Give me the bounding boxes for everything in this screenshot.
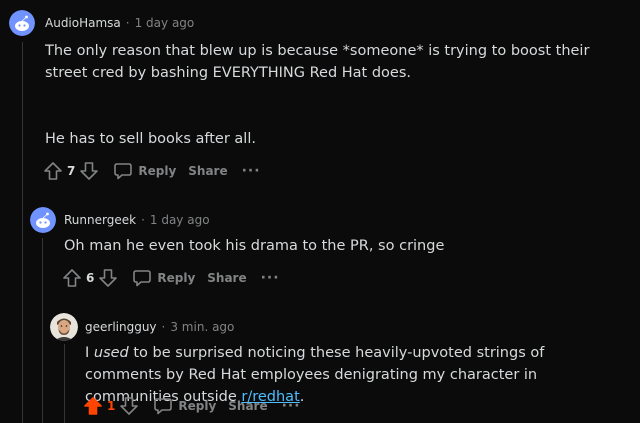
body-text: I [85, 345, 94, 361]
thread-line-1[interactable] [22, 42, 23, 423]
downvote-arrow-icon [80, 162, 99, 180]
upvote-button[interactable] [62, 268, 82, 288]
downvote-button[interactable] [98, 268, 118, 288]
thread-line-2[interactable] [42, 238, 43, 423]
comment-body: The only reason that blew up is because … [45, 40, 625, 150]
reply-label: Reply [138, 164, 177, 178]
more-options-icon[interactable]: ··· [261, 270, 280, 286]
reply-label: Reply [157, 271, 196, 285]
comment-actions: 7 Reply Share ··· [43, 161, 261, 181]
upvote-arrow-icon [63, 269, 81, 287]
reply-button[interactable]: Reply [113, 161, 176, 181]
meta-separator: · [141, 213, 145, 227]
downvote-button[interactable] [119, 396, 139, 416]
reply-label: Reply [178, 399, 217, 413]
comment-author[interactable]: geerlingguy [85, 320, 157, 334]
comment-actions: 1 Reply Share ··· [83, 396, 301, 416]
chat-bubble-icon [133, 270, 152, 287]
comment-author[interactable]: Runnergeek [64, 213, 136, 227]
vote-score: 6 [86, 271, 95, 285]
share-button[interactable]: Share [207, 271, 246, 285]
share-button[interactable]: Share [188, 164, 227, 178]
vote-score: 1 [107, 399, 116, 413]
downvote-arrow-icon [99, 269, 118, 287]
user-photo-icon [50, 313, 78, 341]
comment-paragraph: He has to sell books after all. [45, 131, 256, 147]
snoo-avatar-icon [9, 10, 35, 36]
avatar[interactable] [30, 207, 56, 233]
downvote-button[interactable] [79, 161, 99, 181]
thread-line-3[interactable] [64, 344, 65, 423]
reply-button[interactable]: Reply [132, 268, 195, 288]
avatar[interactable] [50, 313, 78, 341]
comment-paragraph: The only reason that blew up is because … [45, 43, 590, 81]
reply-button[interactable]: Reply [153, 396, 216, 416]
comment-author[interactable]: AudioHamsa [45, 16, 121, 30]
more-options-icon[interactable]: ··· [242, 163, 261, 179]
upvote-arrow-filled-icon [84, 397, 102, 415]
chat-bubble-icon [154, 398, 173, 415]
meta-separator: · [125, 16, 130, 30]
body-emphasis: used [93, 345, 129, 361]
downvote-arrow-icon [120, 397, 139, 415]
comment-actions: 6 Reply Share ··· [62, 268, 280, 288]
upvote-button[interactable] [83, 396, 103, 416]
vote-score: 7 [67, 164, 76, 178]
snoo-avatar-icon [30, 207, 56, 233]
chat-bubble-icon [114, 163, 133, 180]
comment-paragraph: Oh man he even took his drama to the PR,… [64, 238, 445, 254]
comment-time[interactable]: 1 day ago [150, 213, 210, 227]
more-options-icon[interactable]: ··· [282, 398, 301, 414]
meta-separator: · [161, 320, 166, 334]
comment-time[interactable]: 3 min. ago [170, 320, 234, 334]
comment-time[interactable]: 1 day ago [135, 16, 195, 30]
upvote-button[interactable] [43, 161, 63, 181]
avatar[interactable] [9, 10, 35, 36]
upvote-arrow-icon [44, 162, 62, 180]
share-button[interactable]: Share [228, 399, 267, 413]
comment-body: Oh man he even took his drama to the PR,… [64, 235, 624, 257]
